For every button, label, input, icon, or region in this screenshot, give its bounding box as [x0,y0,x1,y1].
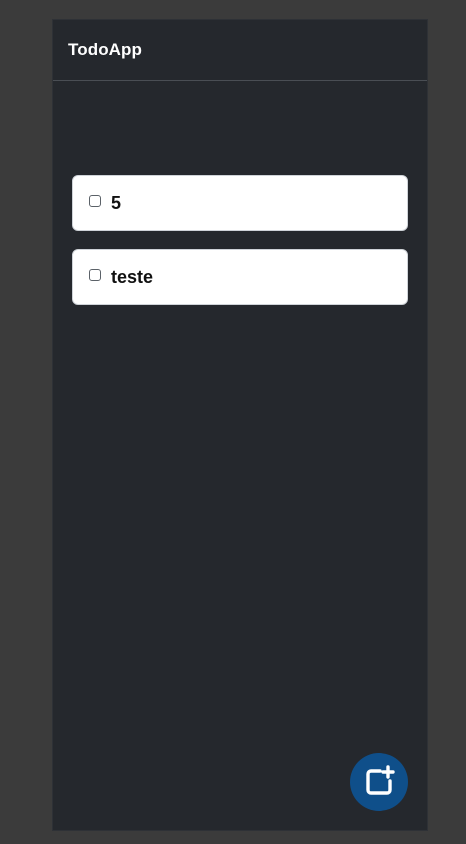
add-note-icon [366,765,395,795]
todo-list: 5 teste [72,175,408,323]
todo-item[interactable]: teste [72,249,408,305]
app-header: TodoApp [53,20,427,81]
todo-item[interactable]: 5 [72,175,408,231]
app-window: TodoApp 5 teste [53,20,427,830]
app-title: TodoApp [68,40,143,59]
todo-checkbox[interactable] [89,269,101,281]
todo-checkbox[interactable] [89,195,101,207]
add-todo-button[interactable] [350,753,408,811]
todo-text: 5 [111,192,122,213]
todo-text: teste [111,266,154,287]
